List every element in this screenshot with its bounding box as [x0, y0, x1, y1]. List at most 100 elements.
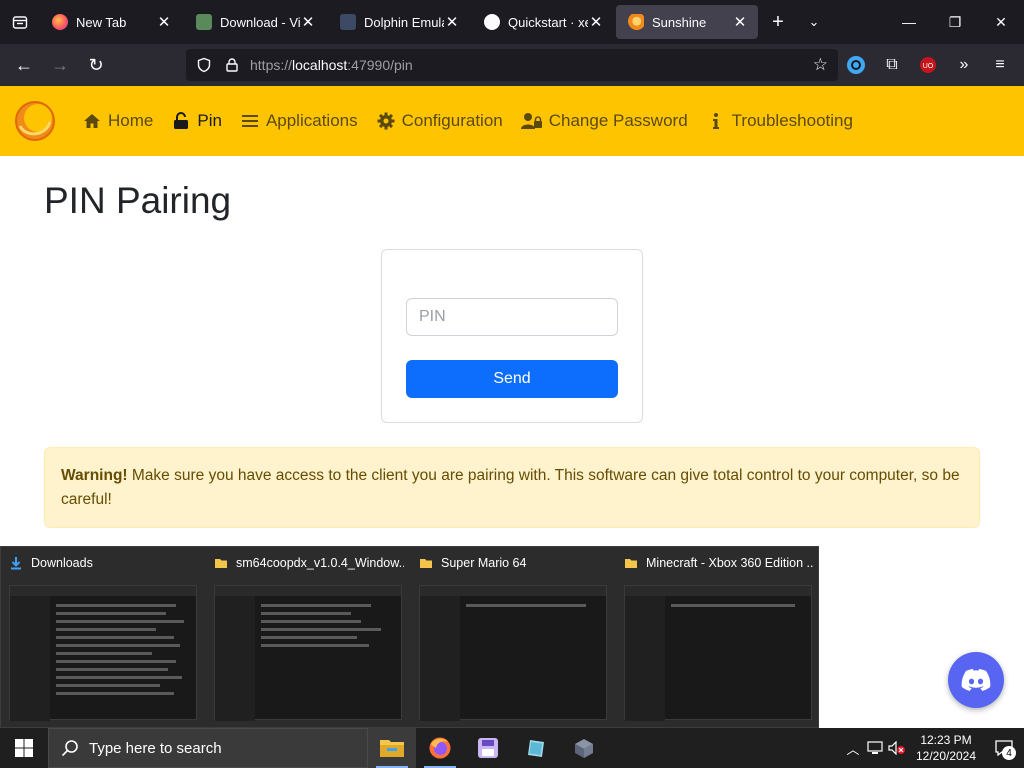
nav-applications[interactable]: Applications	[240, 111, 358, 131]
volume-muted-icon	[888, 741, 905, 755]
send-button[interactable]: Send	[406, 360, 618, 398]
search-icon	[61, 740, 78, 757]
firefox-icon	[52, 14, 68, 30]
taskbar-file-explorer[interactable]	[368, 728, 416, 768]
preview-thumbnail	[214, 585, 402, 721]
volume-status[interactable]	[886, 741, 908, 755]
account-button[interactable]	[838, 49, 874, 81]
tab-overview-button[interactable]	[0, 0, 40, 44]
tab-sunshine[interactable]: Sunshine ✕	[616, 5, 758, 39]
restore-icon: ❐	[948, 13, 962, 30]
tab-overview-icon	[12, 16, 28, 29]
nav-pin[interactable]: Pin	[171, 111, 222, 131]
minimize-icon: —	[902, 14, 916, 30]
tab-download-vige[interactable]: Download - Vige ✕	[184, 5, 326, 39]
gear-icon	[376, 111, 396, 131]
taskbar-app-cube[interactable]	[560, 728, 608, 768]
folder-icon	[625, 559, 637, 568]
show-hidden-icons-button[interactable]: ︿	[842, 739, 864, 758]
more-tools-button[interactable]: »	[946, 49, 982, 81]
taskbar-app-tablet[interactable]	[512, 728, 560, 768]
url-path: :47990/pin	[347, 57, 413, 73]
arrow-right-icon: →	[51, 54, 69, 75]
new-tab-button[interactable]: +	[760, 5, 796, 39]
info-icon	[706, 111, 726, 131]
tab-title: New Tab	[76, 14, 127, 30]
svg-text:UO: UO	[923, 63, 934, 70]
nav-home[interactable]: Home	[82, 111, 153, 131]
double-chevron-right-icon: »	[959, 56, 969, 73]
folder-icon	[215, 559, 227, 568]
preview-header: Minecraft - Xbox 360 Edition ...	[624, 553, 814, 573]
preview-window-downloads[interactable]: Downloads	[1, 547, 206, 729]
windows-logo-icon	[15, 739, 33, 757]
tab-dolphin[interactable]: Dolphin Emulato ✕	[328, 5, 470, 39]
close-icon[interactable]: ✕	[588, 13, 604, 31]
extensions-button[interactable]: ⧉	[874, 49, 910, 81]
preview-window-minecraft[interactable]: Minecraft - Xbox 360 Edition ...	[616, 547, 821, 729]
account-avatar-icon	[847, 56, 865, 74]
taskbar-clock[interactable]: 12:23 PM 12/20/2024	[908, 732, 984, 764]
preview-header: Downloads	[9, 553, 199, 573]
hamburger-menu-icon: ≡	[995, 56, 1005, 73]
nav-change-password-label: Change Password	[548, 111, 688, 130]
warning-alert: Warning! Make sure you have access to th…	[44, 447, 980, 528]
close-window-button[interactable]: ✕	[978, 0, 1024, 44]
back-button[interactable]: ←	[6, 49, 42, 81]
ublock-icon: UO	[920, 57, 936, 73]
app-navbar: Home Pin Applications Configuration Chan…	[0, 86, 1024, 156]
system-tray: ︿ 12:23 PM 12/20/2024 4	[842, 728, 1024, 768]
url-text: https://localhost:47990/pin	[250, 57, 413, 73]
preview-thumbnail	[419, 585, 607, 721]
search-placeholder: Type here to search	[89, 739, 222, 757]
dolphin-icon	[340, 14, 356, 30]
address-bar[interactable]: https://localhost:47990/pin ☆	[186, 49, 838, 81]
menu-button[interactable]: ≡	[982, 49, 1018, 81]
network-status[interactable]	[864, 741, 886, 755]
restore-button[interactable]: ❐	[932, 0, 978, 44]
ublock-button[interactable]: UO	[910, 49, 946, 81]
house-icon	[82, 111, 102, 131]
pin-input[interactable]	[406, 298, 618, 336]
action-center-button[interactable]: 4	[984, 728, 1024, 768]
url-host: localhost	[292, 57, 348, 73]
taskbar-window-preview: Downloads sm64coopdx_v1.0.4_Window... Su…	[0, 546, 819, 728]
preview-title: Downloads	[31, 556, 93, 570]
nav-troubleshooting[interactable]: Troubleshooting	[706, 111, 853, 131]
preview-window-super-mario-64[interactable]: Super Mario 64	[411, 547, 616, 729]
taskbar-firefox[interactable]	[416, 728, 464, 768]
url-scheme: https://	[250, 57, 293, 73]
nav-configuration-label: Configuration	[401, 111, 503, 130]
preview-thumbnail	[624, 585, 812, 721]
forward-button[interactable]: →	[42, 49, 78, 81]
tab-new-tab[interactable]: New Tab ✕	[40, 5, 182, 39]
preview-window-sm64coopdx[interactable]: sm64coopdx_v1.0.4_Window...	[206, 547, 411, 729]
sunshine-logo[interactable]	[14, 100, 56, 142]
toolbar-extensions: ⧉ UO » ≡	[838, 44, 1018, 86]
preview-thumbnail	[9, 585, 197, 721]
network-icon	[867, 741, 883, 754]
taskbar-app-purple[interactable]	[464, 728, 512, 768]
preview-title: Minecraft - Xbox 360 Edition ...	[646, 556, 814, 570]
tab-title: Download - Vige	[220, 14, 300, 30]
close-icon[interactable]: ✕	[732, 13, 748, 31]
clock-time: 12:23 PM	[920, 733, 972, 747]
close-icon[interactable]: ✕	[300, 13, 316, 31]
minimize-button[interactable]: —	[886, 0, 932, 44]
close-icon[interactable]: ✕	[156, 13, 172, 31]
list-all-tabs-button[interactable]: ⌄	[796, 5, 832, 39]
nav-configuration[interactable]: Configuration	[376, 111, 503, 131]
reload-button[interactable]: ↻	[78, 49, 114, 81]
vigem-icon	[196, 14, 212, 30]
discord-widget-button[interactable]	[948, 652, 1004, 708]
user-lock-icon	[520, 111, 543, 131]
nav-change-password[interactable]: Change Password	[520, 111, 688, 131]
close-icon[interactable]: ✕	[444, 13, 460, 31]
taskbar-search-box[interactable]: Type here to search	[48, 728, 368, 768]
start-button[interactable]	[0, 728, 48, 768]
page-title: PIN Pairing	[44, 180, 232, 221]
bookmark-star-icon[interactable]: ☆	[813, 55, 828, 75]
discord-icon	[961, 669, 991, 691]
folder-icon	[420, 559, 432, 568]
tab-quickstart[interactable]: Quickstart · xeni ✕	[472, 5, 614, 39]
